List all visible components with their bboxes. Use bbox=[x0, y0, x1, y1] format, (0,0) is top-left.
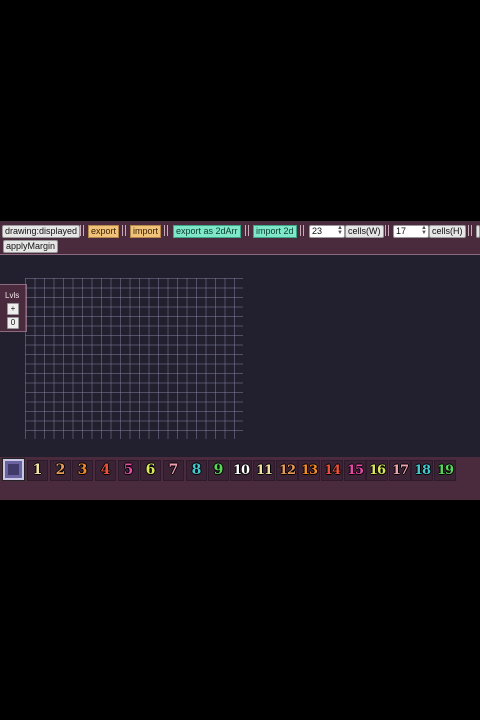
tile-4[interactable]: 4 bbox=[95, 460, 116, 481]
separator bbox=[471, 225, 472, 236]
stepper-arrows-icon[interactable]: ▲ ▼ bbox=[337, 225, 343, 236]
tile-14[interactable]: 14 bbox=[321, 460, 343, 481]
separator bbox=[83, 225, 84, 236]
import-button[interactable]: import bbox=[130, 225, 162, 238]
height-value: 17 bbox=[396, 226, 407, 236]
width-unit-label: cells(W) bbox=[345, 225, 384, 238]
separator bbox=[468, 225, 469, 236]
tile-palette: 1 2 3 4 5 6 7 8 9 10 11 12 13 14 15 16 17 18 19 bbox=[0, 457, 480, 500]
tile-13[interactable]: 13 bbox=[298, 460, 320, 481]
tile-15[interactable]: 15 bbox=[344, 460, 366, 481]
tile-7[interactable]: 7 bbox=[163, 460, 184, 481]
width-input[interactable]: 23 ▲ ▼ bbox=[309, 225, 345, 238]
separator bbox=[80, 225, 81, 236]
height-unit-label: cells(H) bbox=[429, 225, 466, 238]
tile-2[interactable]: 2 bbox=[50, 460, 71, 481]
tile-19[interactable]: 19 bbox=[434, 460, 456, 481]
tile-1[interactable]: 1 bbox=[27, 460, 48, 481]
drawing-grid[interactable] bbox=[25, 278, 243, 439]
empty-tile-selected[interactable] bbox=[2, 458, 25, 481]
import-2d-button[interactable]: import 2d bbox=[253, 225, 297, 238]
export-button[interactable]: export bbox=[88, 225, 120, 238]
tile-12[interactable]: 12 bbox=[276, 460, 298, 481]
tile-6[interactable]: 6 bbox=[140, 460, 161, 481]
level-0-button[interactable]: 0 bbox=[7, 317, 19, 329]
apply-margin-button[interactable]: applyMargin bbox=[3, 240, 59, 253]
export-2darr-button[interactable]: export as 2dArr bbox=[173, 225, 241, 238]
separator bbox=[303, 225, 304, 236]
stepper-arrows-icon[interactable]: ▲ ▼ bbox=[421, 225, 427, 236]
separator bbox=[385, 225, 386, 236]
tile-17[interactable]: 17 bbox=[389, 460, 411, 481]
tile-9[interactable]: 9 bbox=[208, 460, 229, 481]
levels-title: Lvls bbox=[5, 291, 20, 300]
tile-10[interactable]: 10 bbox=[230, 460, 252, 481]
separator bbox=[164, 225, 165, 236]
height-input[interactable]: 17 ▲ ▼ bbox=[393, 225, 429, 238]
width-value: 23 bbox=[312, 226, 323, 236]
separator bbox=[122, 225, 123, 236]
separator bbox=[125, 225, 126, 236]
tile-8[interactable]: 8 bbox=[186, 460, 207, 481]
overflow-button[interactable] bbox=[476, 225, 480, 238]
tile-11[interactable]: 11 bbox=[253, 460, 275, 481]
drawing-mode-button[interactable]: drawing:displayed bbox=[2, 225, 81, 238]
tile-18[interactable]: 18 bbox=[411, 460, 433, 481]
separator bbox=[300, 225, 301, 236]
toolbar: drawing:displayed export import export a… bbox=[0, 221, 480, 255]
separator bbox=[388, 225, 389, 236]
tile-16[interactable]: 16 bbox=[366, 460, 388, 481]
separator bbox=[245, 225, 246, 236]
levels-panel: Lvls + 0 bbox=[0, 284, 27, 332]
separator bbox=[167, 225, 168, 236]
tile-5[interactable]: 5 bbox=[118, 460, 139, 481]
tile-3[interactable]: 3 bbox=[72, 460, 93, 481]
level-editor: drawing:displayed export import export a… bbox=[0, 221, 480, 500]
separator bbox=[248, 225, 249, 236]
add-level-button[interactable]: + bbox=[7, 303, 19, 315]
